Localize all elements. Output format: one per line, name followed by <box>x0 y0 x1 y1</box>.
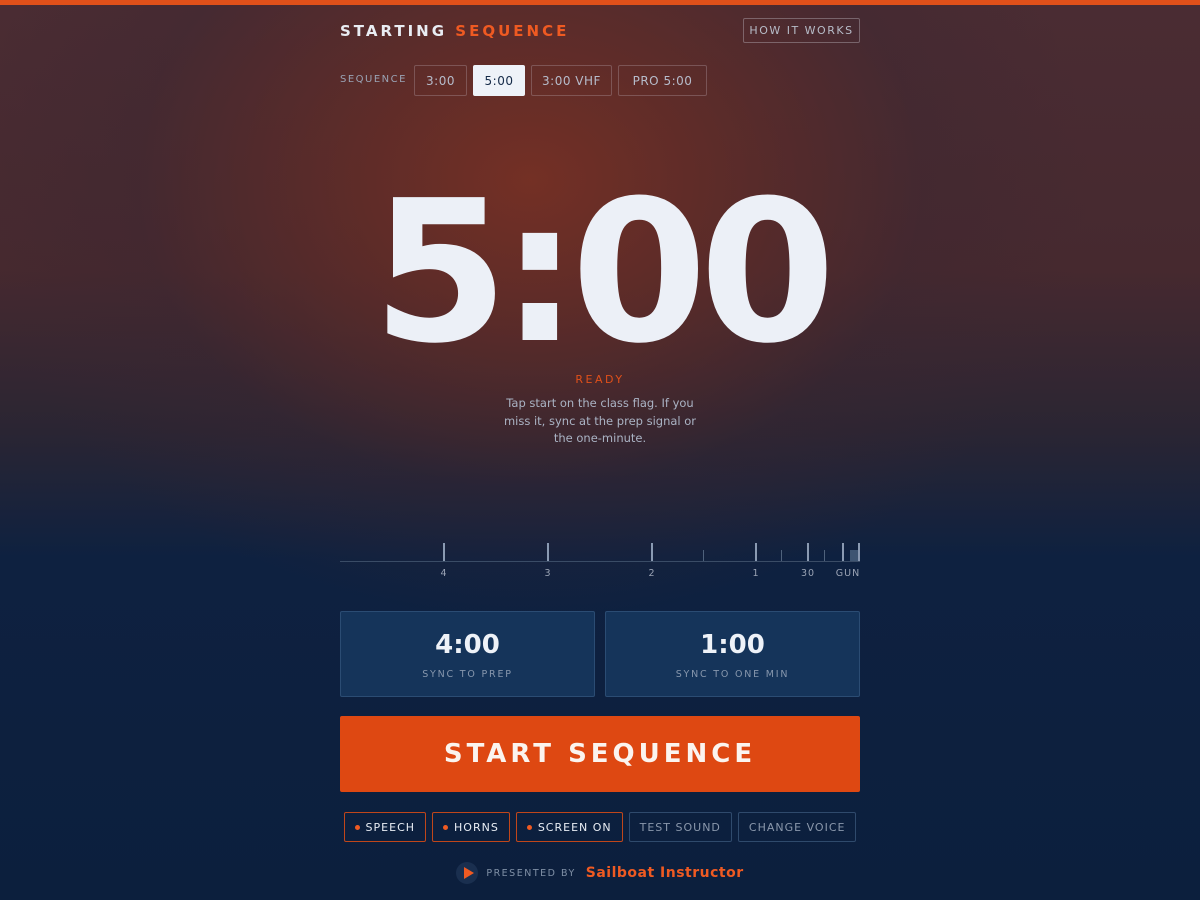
presented-by-text: PRESENTED BY <box>486 867 576 879</box>
app-container: STARTING SEQUENCE HOW IT WORKS SEQUENCE … <box>340 0 860 900</box>
play-icon <box>456 862 479 884</box>
sync-prep-label: SYNC TO PREP <box>422 669 513 680</box>
horns-toggle[interactable]: HORNS <box>432 812 510 842</box>
change-voice-button[interactable]: CHANGE VOICE <box>737 812 857 842</box>
screen-on-toggle-label: SCREEN ON <box>537 820 612 834</box>
change-voice-label: CHANGE VOICE <box>748 820 846 834</box>
how-it-works-button[interactable]: HOW IT WORKS <box>743 18 860 43</box>
active-dot-icon <box>354 824 360 830</box>
footer: PRESENTED BY Sailboat Instructor <box>0 862 1200 884</box>
timeline-label-2: 2 <box>648 568 656 579</box>
hint-text: Tap start on the class flag. If you miss… <box>503 396 697 445</box>
sequence-option-3-00-vhf[interactable]: 3:00 VHF <box>531 65 612 96</box>
sync-to-one-min-button[interactable]: 1:00 SYNC TO ONE MIN <box>605 611 860 697</box>
screen-on-toggle[interactable]: SCREEN ON <box>515 812 623 842</box>
test-sound-button[interactable]: TEST SOUND <box>628 812 732 842</box>
sequence-label: SEQUENCE <box>340 74 407 85</box>
timeline-label-30: 30 <box>800 568 816 579</box>
sequence-timeline: 4 3 2 1 30 GUN <box>340 538 860 583</box>
title-main: STARTING <box>340 22 448 40</box>
brand-link[interactable]: Sailboat Instructor <box>586 865 744 881</box>
timeline-label-1: 1 <box>752 568 760 579</box>
title-accent: SEQUENCE <box>455 22 570 40</box>
sync-prep-time: 4:00 <box>435 630 500 660</box>
page-title: STARTING SEQUENCE <box>340 22 569 40</box>
active-dot-icon <box>443 824 449 830</box>
active-dot-icon <box>526 824 532 830</box>
sequence-option-pro-5-00[interactable]: PRO 5:00 <box>618 65 707 96</box>
horns-toggle-label: HORNS <box>454 820 499 834</box>
timeline-label-4: 4 <box>440 568 448 579</box>
sequence-option-5-00[interactable]: 5:00 <box>473 65 525 96</box>
status-text: READY <box>575 373 625 386</box>
test-sound-label: TEST SOUND <box>639 820 721 834</box>
sequence-option-3-00[interactable]: 3:00 <box>414 65 467 96</box>
sync-to-prep-button[interactable]: 4:00 SYNC TO PREP <box>340 611 595 697</box>
sync-one-min-label: SYNC TO ONE MIN <box>675 669 790 680</box>
countdown-display: 5:00 <box>372 159 836 387</box>
timeline-ticks <box>340 543 860 562</box>
speech-toggle[interactable]: SPEECH <box>343 812 427 842</box>
toggle-bar: SPEECH HORNS SCREEN ON TEST SOUND CHANGE… <box>0 812 1200 842</box>
sync-one-min-time: 1:00 <box>700 630 765 660</box>
timeline-label-gun: GUN <box>835 568 861 579</box>
timeline-label-3: 3 <box>544 568 552 579</box>
start-sequence-button[interactable]: START SEQUENCE <box>340 716 860 792</box>
speech-toggle-label: SPEECH <box>365 820 416 834</box>
